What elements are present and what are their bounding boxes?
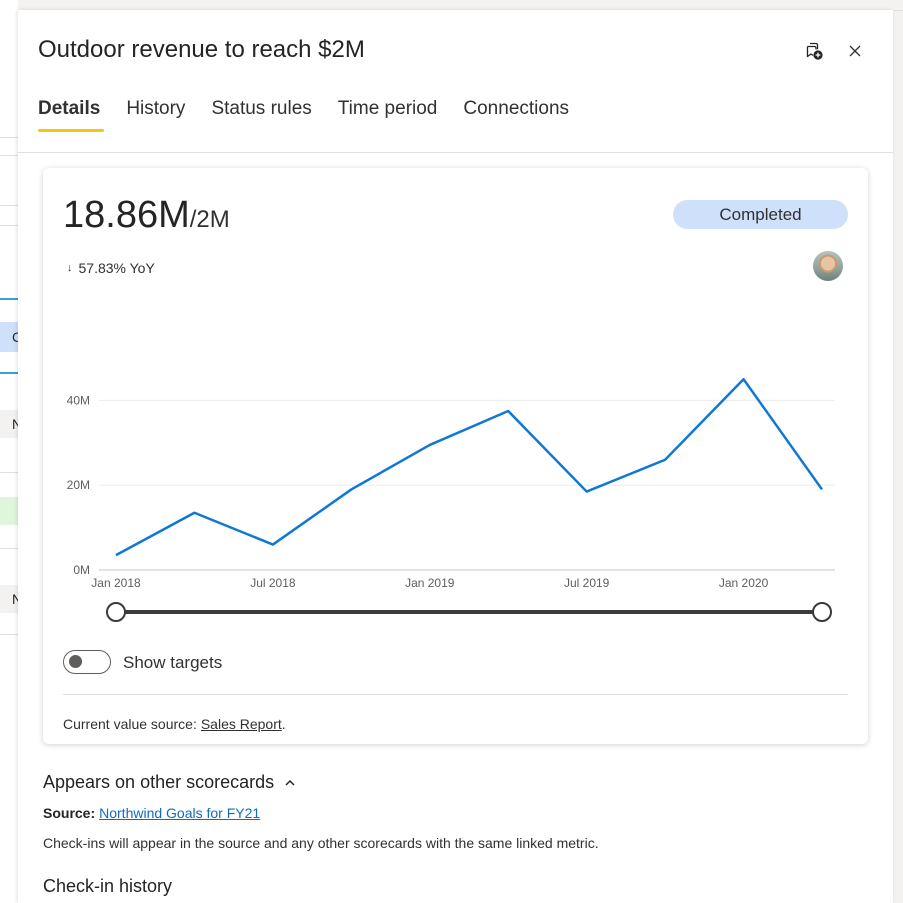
metric-details-panel: Outdoor revenue to reach $2M Details His…: [18, 10, 893, 903]
row-divider: [0, 225, 18, 226]
range-end-handle[interactable]: [812, 602, 832, 622]
tab-bar: Details History Status rules Time period…: [38, 98, 595, 132]
current-value-source: Current value source: Sales Report.: [63, 716, 286, 732]
tab-details[interactable]: Details: [38, 98, 105, 132]
x-tick-label: Jan 2018: [91, 576, 141, 590]
northwind-goals-link[interactable]: Northwind Goals for FY21: [99, 805, 260, 821]
x-tick-label: Jul 2018: [250, 576, 296, 590]
row-divider: [0, 155, 18, 156]
row-divider: [0, 205, 18, 206]
y-tick-label: 20M: [67, 478, 90, 492]
chevron-up-icon[interactable]: [284, 777, 296, 789]
background-row-status: [0, 497, 18, 525]
range-start-handle[interactable]: [106, 602, 126, 622]
x-tick-label: Jan 2020: [719, 576, 769, 590]
y-tick-label: 0M: [73, 563, 90, 577]
show-targets-toggle[interactable]: [63, 650, 111, 674]
tabs-divider: [18, 152, 893, 153]
row-divider: [0, 548, 18, 549]
selection-indicator: [0, 372, 18, 374]
selection-indicator: [0, 298, 18, 300]
tab-time-period[interactable]: Time period: [338, 98, 438, 132]
row-divider: [0, 137, 18, 138]
toggle-knob: [69, 655, 82, 668]
metric-card: 18.86M/2M Completed ↓ 57.83% YoY 0M 20M 40…: [43, 168, 868, 744]
source-label: Current value source:: [63, 716, 197, 732]
follow-add-icon[interactable]: [803, 40, 825, 62]
close-icon[interactable]: [844, 40, 866, 62]
background-row-cell[interactable]: N: [0, 410, 18, 438]
tab-status-rules[interactable]: Status rules: [211, 98, 311, 132]
tab-history[interactable]: History: [126, 98, 185, 132]
show-targets-label: Show targets: [123, 653, 223, 672]
background-row-cell[interactable]: C: [0, 322, 18, 352]
row-divider: [0, 472, 18, 473]
y-tick-label: 40M: [67, 393, 90, 407]
series-line: [115, 377, 824, 557]
sales-report-link[interactable]: Sales Report: [201, 716, 282, 732]
source-line-label: Source:: [43, 805, 96, 821]
row-divider: [0, 634, 18, 635]
metric-line-chart: 0M 20M 40M Jan 2018 Jul 2018 Jan 2019 Jul 201…: [67, 377, 835, 622]
card-divider: [63, 694, 848, 695]
background-scorecard-strip: C N N: [0, 0, 18, 903]
tab-connections[interactable]: Connections: [463, 98, 569, 132]
panel-title: Outdoor revenue to reach $2M: [38, 36, 365, 63]
background-row-cell[interactable]: N: [0, 585, 18, 613]
x-tick-label: Jan 2019: [405, 576, 455, 590]
checkin-note: Check-ins will appear in the source and …: [43, 835, 599, 851]
source-suffix: .: [281, 716, 286, 732]
x-tick-label: Jul 2019: [564, 576, 610, 590]
appears-section-header[interactable]: Appears on other scorecards: [43, 772, 296, 793]
source-line: Source: Northwind Goals for FY21: [43, 805, 260, 821]
appears-title: Appears on other scorecards: [43, 772, 275, 792]
checkin-history-title: Check-in history: [43, 876, 173, 896]
